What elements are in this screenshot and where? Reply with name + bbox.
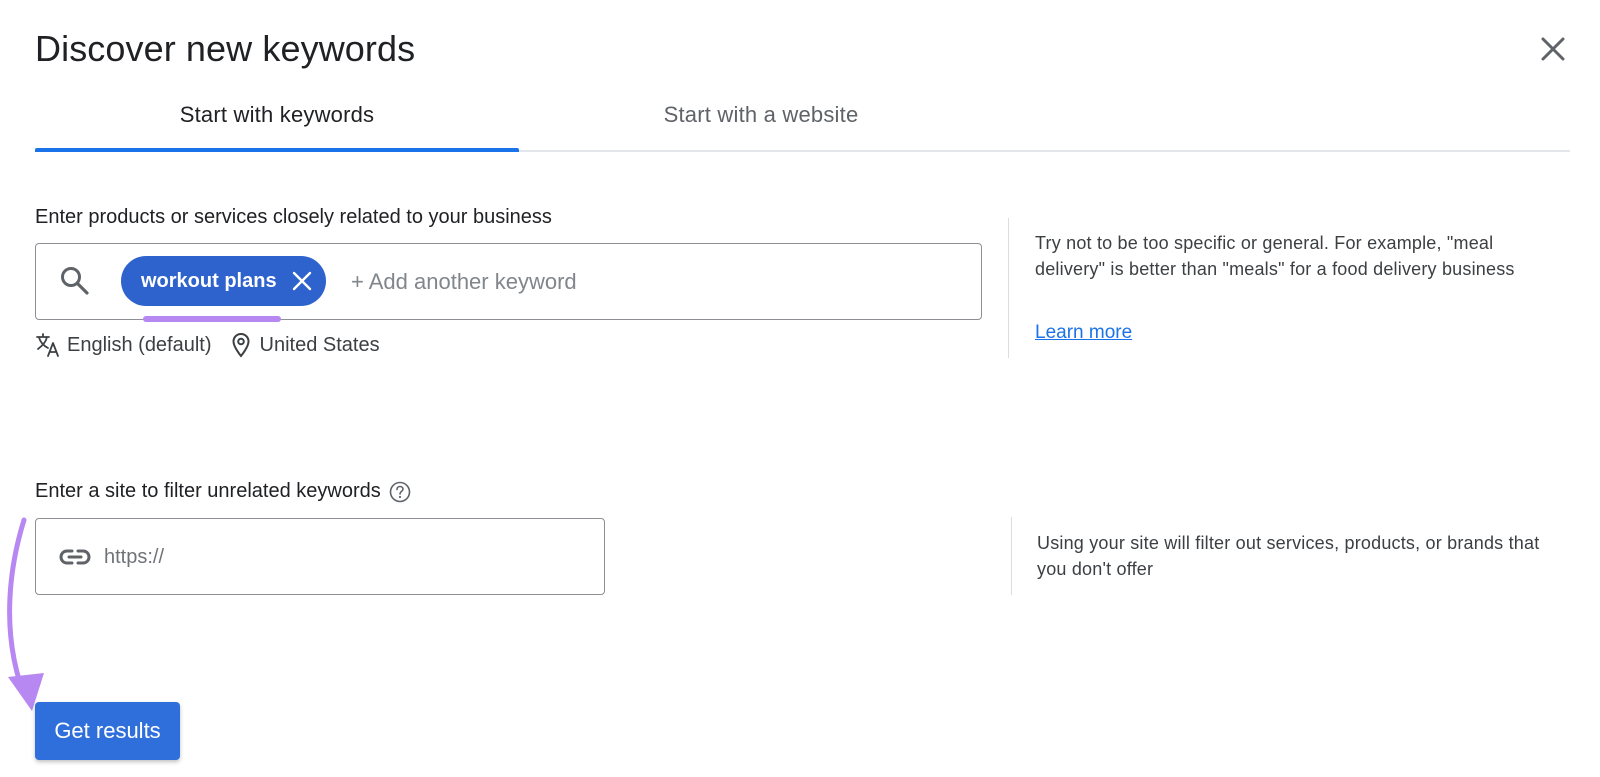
- help-circle-icon[interactable]: [389, 481, 411, 503]
- get-results-button[interactable]: Get results: [35, 702, 180, 760]
- add-keyword-input[interactable]: [351, 266, 951, 298]
- translate-icon: [36, 333, 59, 357]
- tab-start-with-website[interactable]: Start with a website: [519, 80, 1003, 150]
- locale-settings: English (default) United States: [35, 332, 380, 358]
- dialog-title: Discover new keywords: [35, 28, 416, 69]
- close-icon[interactable]: [290, 269, 314, 293]
- location-selector[interactable]: United States: [260, 334, 380, 357]
- site-filter-label: Enter a site to filter unrelated keyword…: [35, 480, 381, 502]
- site-url-input[interactable]: [104, 541, 584, 573]
- keyword-help-text: Try not to be too specific or general. F…: [1035, 233, 1515, 279]
- close-icon[interactable]: [1538, 34, 1568, 64]
- site-help-text: Using your site will filter out services…: [1037, 533, 1540, 579]
- divider: [1011, 517, 1012, 595]
- language-selector[interactable]: English (default): [67, 334, 212, 357]
- active-tab-indicator: [35, 148, 519, 152]
- learn-more-link[interactable]: Learn more: [1035, 322, 1132, 344]
- location-pin-icon: [232, 332, 250, 358]
- annotation-underline: [143, 316, 281, 322]
- link-icon: [59, 549, 91, 565]
- tab-bar: Start with keywords Start with a website: [35, 80, 1570, 152]
- tab-start-with-keywords[interactable]: Start with keywords: [35, 80, 519, 150]
- site-filter-label-row: Enter a site to filter unrelated keyword…: [35, 480, 411, 503]
- keywords-label: Enter products or services closely relat…: [35, 206, 552, 228]
- divider: [1008, 218, 1009, 358]
- keyword-chip-label: workout plans: [141, 269, 277, 292]
- search-icon: [61, 267, 89, 295]
